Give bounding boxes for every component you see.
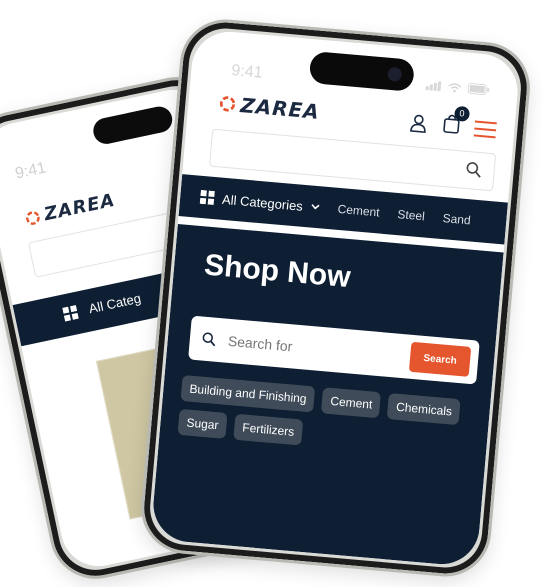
- status-icons: [425, 79, 490, 96]
- cart-button[interactable]: 0: [441, 105, 471, 139]
- category-chips: Building and Finishing Cement Chemicals …: [177, 374, 474, 460]
- signal-icon: [425, 80, 442, 91]
- brand-logo[interactable]: ZAREA: [23, 190, 117, 230]
- brand-name: ZAREA: [42, 189, 118, 226]
- chevron-down-icon: [311, 204, 320, 210]
- brand-logo[interactable]: ZAREA: [217, 91, 321, 124]
- wifi-icon: [448, 82, 462, 92]
- chip-fertilizers[interactable]: Fertilizers: [233, 413, 304, 446]
- user-icon[interactable]: [408, 112, 430, 134]
- all-categories-label: All Categories: [221, 191, 304, 214]
- battery-icon: [467, 83, 490, 96]
- grid-icon: [62, 304, 79, 322]
- search-icon[interactable]: [465, 161, 482, 178]
- menu-icon[interactable]: [473, 119, 497, 139]
- chip-chemicals[interactable]: Chemicals: [387, 393, 462, 426]
- search-icon: [202, 332, 216, 347]
- hero-search-input[interactable]: [225, 331, 412, 366]
- front-phone: 9:41 ZAREA 0 All Categories Cement Steel…: [137, 15, 534, 581]
- nav-link-cement[interactable]: Cement: [337, 202, 380, 220]
- nav-link-steel[interactable]: Steel: [397, 207, 425, 223]
- hero-title: Shop Now: [202, 248, 352, 295]
- cart-count-badge: 0: [453, 105, 471, 122]
- dynamic-island: [90, 104, 175, 147]
- hero-search-bar: Search: [188, 315, 480, 385]
- grid-icon: [199, 189, 215, 206]
- chip-cement[interactable]: Cement: [321, 387, 382, 419]
- status-time: 9:41: [230, 62, 264, 82]
- nav-link-sand[interactable]: Sand: [442, 211, 471, 227]
- search-button[interactable]: Search: [409, 341, 472, 377]
- logo-icon: [25, 210, 40, 225]
- brand-name: ZAREA: [239, 93, 321, 124]
- hero-section: Shop Now Search Building and Finishing C…: [150, 223, 504, 568]
- front-phone-screen: 9:41 ZAREA 0 All Categories Cement Steel…: [150, 28, 521, 568]
- header-actions: 0: [408, 105, 498, 143]
- status-time: 9:41: [13, 159, 48, 183]
- chip-sugar[interactable]: Sugar: [177, 408, 228, 439]
- all-categories-button[interactable]: All Categ: [87, 291, 142, 317]
- logo-icon: [219, 96, 236, 112]
- all-categories-button[interactable]: All Categories: [199, 189, 321, 214]
- dynamic-island: [308, 50, 416, 92]
- chip-building-and-finishing[interactable]: Building and Finishing: [180, 374, 316, 413]
